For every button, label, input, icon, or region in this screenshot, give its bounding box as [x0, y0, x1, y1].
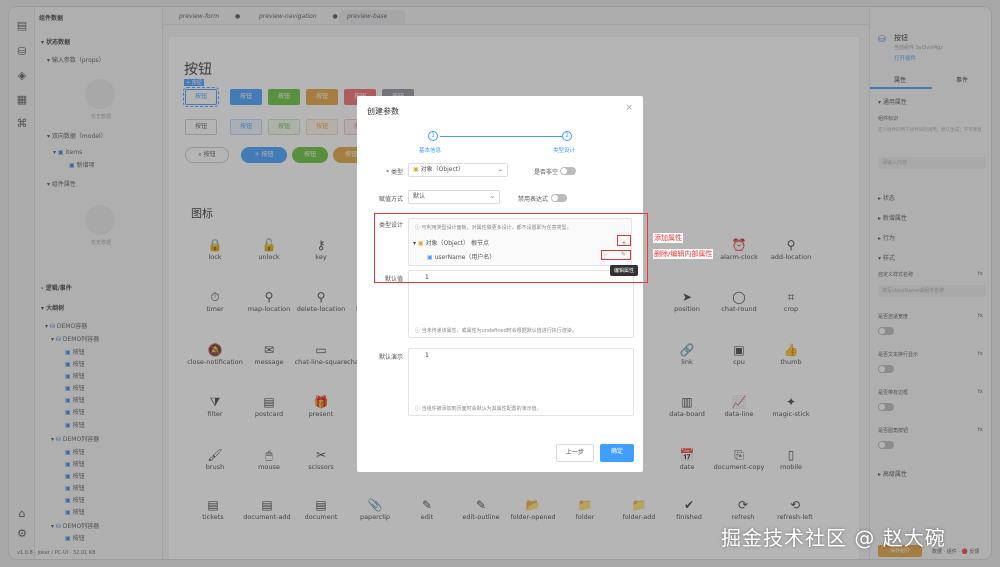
- watermark: 掘金技术社区 @ 赵大碗: [721, 526, 946, 550]
- disable-expr-label: 禁用表达式: [517, 196, 548, 203]
- create-param-dialog: 创建参数 × 1 2 基本信息 类型设计 * 类型 ▣ 对象（Object） ⌄ …: [357, 96, 643, 472]
- step-2-indicator: 2: [562, 131, 572, 141]
- step-1-indicator: 1: [428, 131, 438, 141]
- prev-step-button[interactable]: 上一步: [556, 444, 594, 462]
- step-1-label: 基本信息: [419, 148, 442, 154]
- demo-hint-text: 当组件被添加到页面时会默认为其属性配置的演示值。: [421, 406, 542, 412]
- demo-value-hint: ⓘ 当组件被添加到页面时会默认为其属性配置的演示值。: [415, 406, 542, 412]
- annotation-box-type-design: [374, 213, 648, 283]
- nullable-toggle[interactable]: [560, 167, 576, 175]
- assign-value: 默认: [413, 193, 426, 200]
- dialog-title: 创建参数: [367, 107, 399, 116]
- annotation-box-add: [617, 235, 631, 246]
- annotation-delete-label: 删除/编辑内部属性: [653, 249, 714, 259]
- step-2-label: 类型设计: [553, 148, 576, 154]
- demo-value-editor[interactable]: 1 ⓘ 当组件被添加到页面时会默认为其属性配置的演示值。: [408, 348, 634, 416]
- annotation-add-label: 添加属性: [653, 233, 683, 243]
- default-value-hint: ⓘ 当未传递该属性，或属性为undefined时会根据默认值进行执行渲染。: [415, 328, 577, 334]
- chevron-down-icon: ⌄: [497, 166, 503, 173]
- assign-label: 赋值方式: [378, 196, 403, 203]
- close-icon[interactable]: ×: [625, 103, 633, 113]
- object-type-icon: ▣: [413, 166, 419, 173]
- default-hint-text: 当未传递该属性，或属性为undefined时会根据默认值进行执行渲染。: [421, 328, 577, 334]
- annotation-box-edit: [601, 250, 631, 260]
- nullable-label: 是否非空: [533, 169, 558, 176]
- step-connector: [440, 136, 562, 137]
- assign-select[interactable]: 默认 ⌄: [408, 190, 500, 204]
- chevron-down-icon: ⌄: [489, 193, 495, 200]
- type-value: 对象（Object）: [420, 166, 465, 173]
- type-label: * 类型: [386, 169, 403, 176]
- demo-value-label: 默认演示: [378, 354, 403, 361]
- confirm-button[interactable]: 确定: [600, 444, 634, 462]
- type-select[interactable]: ▣ 对象（Object） ⌄: [408, 163, 508, 177]
- demo-value-code: 1: [425, 352, 429, 359]
- disable-expr-toggle[interactable]: [551, 194, 567, 202]
